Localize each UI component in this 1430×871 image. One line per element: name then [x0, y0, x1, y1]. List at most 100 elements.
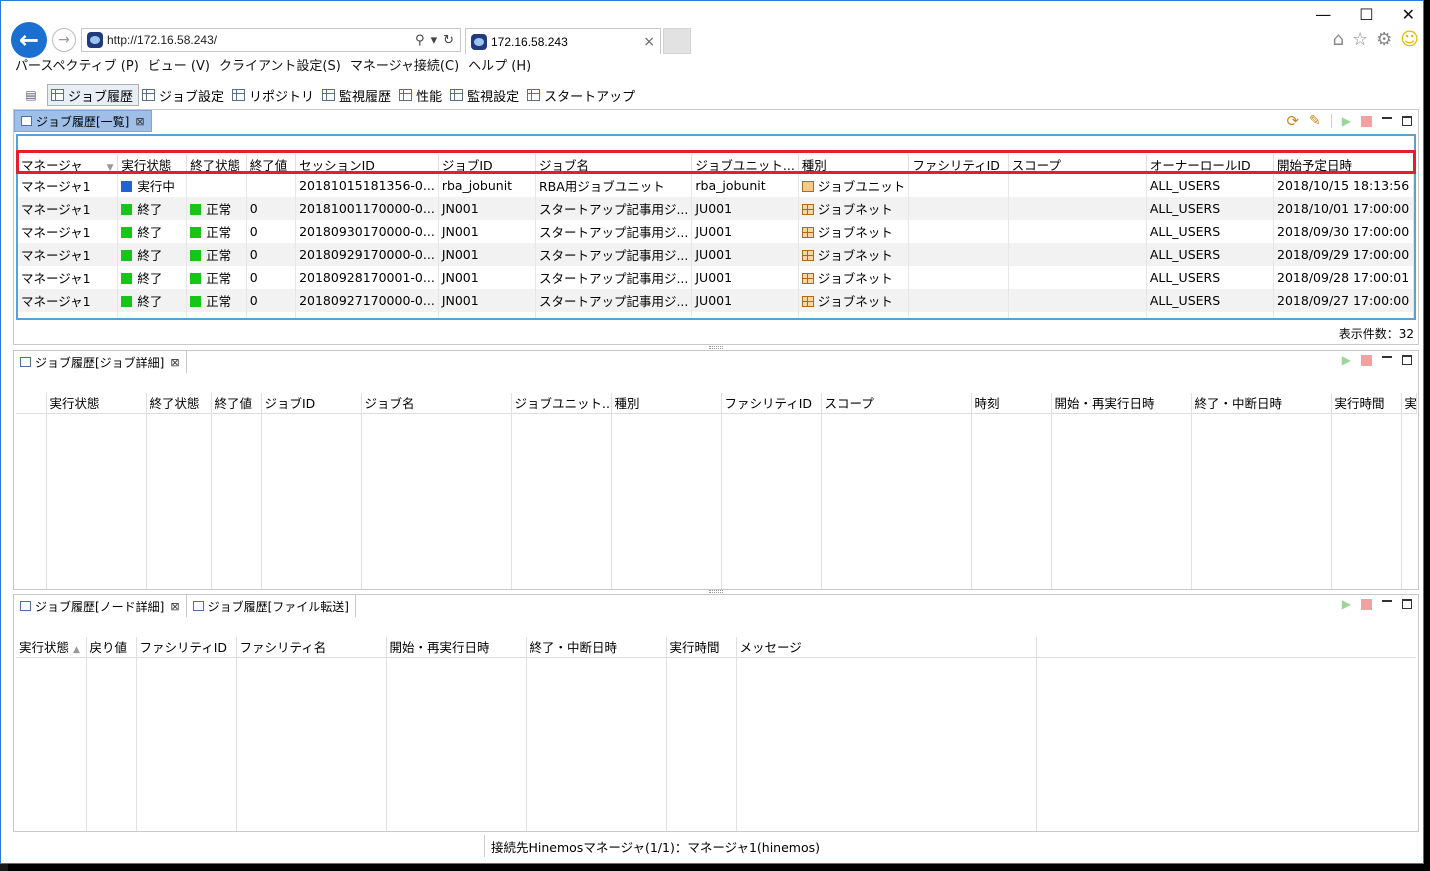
favorites-star-icon[interactable]: ☆ — [1352, 29, 1368, 50]
perspective-performance[interactable]: 性能 — [396, 84, 447, 106]
perspective-job-history[interactable]: ジョブ履歴 — [47, 84, 140, 106]
column-header[interactable]: オーナーロールID — [1146, 154, 1275, 174]
column-header[interactable]: 戻り値 — [86, 637, 137, 657]
column-header[interactable]: ジョブID — [261, 393, 362, 413]
menu-perspective[interactable]: パースペクティブ (P) — [13, 57, 146, 77]
column-header[interactable]: 実行状態 — [117, 154, 188, 174]
close-icon[interactable]: ⊠ — [170, 600, 179, 613]
column-header[interactable]: スコープ — [821, 393, 972, 413]
stop-icon[interactable] — [1361, 115, 1372, 127]
perspective-startup[interactable]: スタートアップ — [524, 84, 640, 106]
forward-button[interactable]: → — [52, 28, 76, 52]
new-tab-button[interactable] — [663, 28, 691, 54]
column-header[interactable]: ジョブユニット... — [511, 393, 612, 413]
column-header[interactable]: メッセージ — [736, 637, 1037, 657]
url-text[interactable]: http://172.16.58.243/ — [107, 33, 415, 47]
close-icon[interactable]: ⊠ — [170, 356, 179, 369]
search-icon[interactable]: ⚲ — [415, 33, 425, 48]
column-header[interactable]: ファシリティID — [721, 393, 822, 413]
perspective-job-settings[interactable]: ジョブ設定 — [139, 84, 229, 106]
minimize-button[interactable]: — — [1315, 5, 1331, 24]
column-header[interactable]: 終了・中断日時 — [526, 637, 667, 657]
close-icon[interactable]: ⊠ — [135, 115, 144, 128]
column-header[interactable]: 終了・中断日時 — [1191, 393, 1332, 413]
column-header[interactable]: ジョブユニット... — [691, 154, 799, 174]
settings-gear-icon[interactable]: ⚙ — [1376, 29, 1392, 50]
perspective-monitor-history[interactable]: 監視履歴 — [319, 84, 396, 106]
table-row[interactable]: マネージャ1 終了 正常 0 20180926170002-0... JN001 スタートア… — [18, 312, 1414, 318]
column-header[interactable]: 開始予定日時 — [1273, 154, 1414, 174]
menu-client-settings[interactable]: クライアント設定(S) — [217, 57, 348, 77]
edit-icon[interactable]: ✎ — [1309, 113, 1321, 129]
column-header[interactable]: ジョブ名 — [361, 393, 512, 413]
column-header[interactable]: ファシリティID — [136, 637, 237, 657]
column-header[interactable]: 実行状態 — [46, 393, 147, 413]
run-icon[interactable]: ▶ — [1342, 114, 1351, 128]
tab-label: ジョブ履歴[ファイル転送] — [207, 599, 349, 614]
stop-icon[interactable] — [1361, 598, 1372, 610]
tab-job-history-list[interactable]: ジョブ履歴[一覧] ⊠ — [14, 110, 152, 132]
stop-icon[interactable] — [1361, 354, 1372, 366]
sash-handle[interactable] — [709, 346, 723, 349]
refresh-icon[interactable]: ↻ — [443, 33, 454, 48]
table-row[interactable]: マネージャ1 終了 正常 0 20180929170000-0... JN001 スタートア… — [18, 243, 1414, 266]
perspective-repository[interactable]: リポジトリ — [229, 84, 319, 106]
maximize-icon[interactable] — [1402, 599, 1412, 609]
run-icon[interactable]: ▶ — [1342, 597, 1351, 611]
column-header[interactable]: 開始・再実行日時 — [1051, 393, 1192, 413]
column-header[interactable]: 終了値 — [246, 154, 297, 174]
tab-file-transfer[interactable]: ジョブ履歴[ファイル転送] — [186, 595, 356, 617]
column-header[interactable]: 開始・再実行日時 — [386, 637, 527, 657]
maximize-button[interactable]: ☐ — [1359, 5, 1373, 24]
table-row[interactable]: マネージャ1 終了 正常 0 20181001170000-0... JN001 スタートア… — [18, 197, 1414, 220]
dropdown-icon[interactable]: ▾ — [431, 33, 438, 48]
back-button[interactable]: ← — [11, 22, 47, 58]
close-window-button[interactable]: ✕ — [1402, 5, 1415, 24]
menu-view[interactable]: ビュー (V) — [146, 57, 217, 77]
browser-tab[interactable]: 172.16.58.243 × — [465, 28, 661, 54]
home-icon[interactable]: ⌂ — [1333, 29, 1344, 50]
column-header[interactable]: ファシリティID — [908, 154, 1009, 174]
column-header[interactable]: 実行時間 — [1331, 393, 1402, 413]
maximize-icon[interactable] — [1402, 116, 1412, 126]
minimize-icon[interactable] — [1382, 356, 1392, 358]
run-icon[interactable]: ▶ — [1342, 353, 1351, 367]
table-row[interactable]: マネージャ1 実行中 20181015181356-0... rba_jobunit R… — [18, 174, 1414, 197]
column-header[interactable]: 終了状態 — [146, 393, 212, 413]
tab-job-detail[interactable]: ジョブ履歴[ジョブ詳細] ⊠ — [14, 351, 187, 373]
column-header[interactable]: 実行状態 ▲ — [16, 637, 87, 657]
perspective-monitor-settings[interactable]: 監視設定 — [447, 84, 524, 106]
column-header[interactable]: ジョブ名 — [535, 154, 693, 174]
column-header[interactable]: マネージャ ▼ — [18, 154, 119, 174]
minimize-icon[interactable] — [1382, 117, 1392, 119]
column-header[interactable]: 種別 — [798, 154, 910, 174]
close-tab-icon[interactable]: × — [643, 34, 655, 50]
column-header[interactable]: セッションID — [295, 154, 439, 174]
open-perspective-icon[interactable]: ▤ — [21, 85, 41, 105]
maximize-icon[interactable] — [1402, 355, 1412, 365]
column-header[interactable]: 種別 — [611, 393, 722, 413]
column-header[interactable]: 実 — [1401, 393, 1417, 413]
tab-node-detail[interactable]: ジョブ履歴[ノード詳細] ⊠ — [14, 595, 187, 617]
cell-run-status: 終了 — [117, 197, 188, 220]
column-header[interactable] — [16, 393, 47, 413]
feedback-smiley-icon[interactable]: ☺ — [1400, 29, 1419, 50]
column-header[interactable]: 実行時間 — [666, 637, 737, 657]
status-square-icon — [190, 250, 202, 261]
cell-text: JU001 — [695, 270, 733, 285]
menu-help[interactable]: ヘルプ (H) — [466, 57, 538, 77]
table-row[interactable]: マネージャ1 終了 正常 0 20180928170001-0... JN001 スタートア… — [18, 266, 1414, 289]
address-bar[interactable]: http://172.16.58.243/ ⚲ ▾ ↻ — [81, 28, 461, 52]
column-header[interactable]: ファシリティ名 — [236, 637, 387, 657]
column-header[interactable]: 時刻 — [971, 393, 1052, 413]
table-row[interactable]: マネージャ1 終了 正常 0 20180930170000-0... JN001 スタートア… — [18, 220, 1414, 243]
sash-handle[interactable] — [709, 590, 723, 593]
column-header[interactable]: ジョブID — [438, 154, 536, 174]
column-header[interactable]: スコープ — [1008, 154, 1147, 174]
column-header[interactable]: 終了値 — [211, 393, 262, 413]
column-header[interactable]: 終了状態 — [186, 154, 247, 174]
refresh-icon[interactable]: ⟳ — [1286, 112, 1299, 130]
menu-manager-connection[interactable]: マネージャ接続(C) — [348, 57, 466, 77]
minimize-icon[interactable] — [1382, 600, 1392, 602]
table-row[interactable]: マネージャ1 終了 正常 0 20180927170000-0... JN001 スタートア… — [18, 289, 1414, 312]
